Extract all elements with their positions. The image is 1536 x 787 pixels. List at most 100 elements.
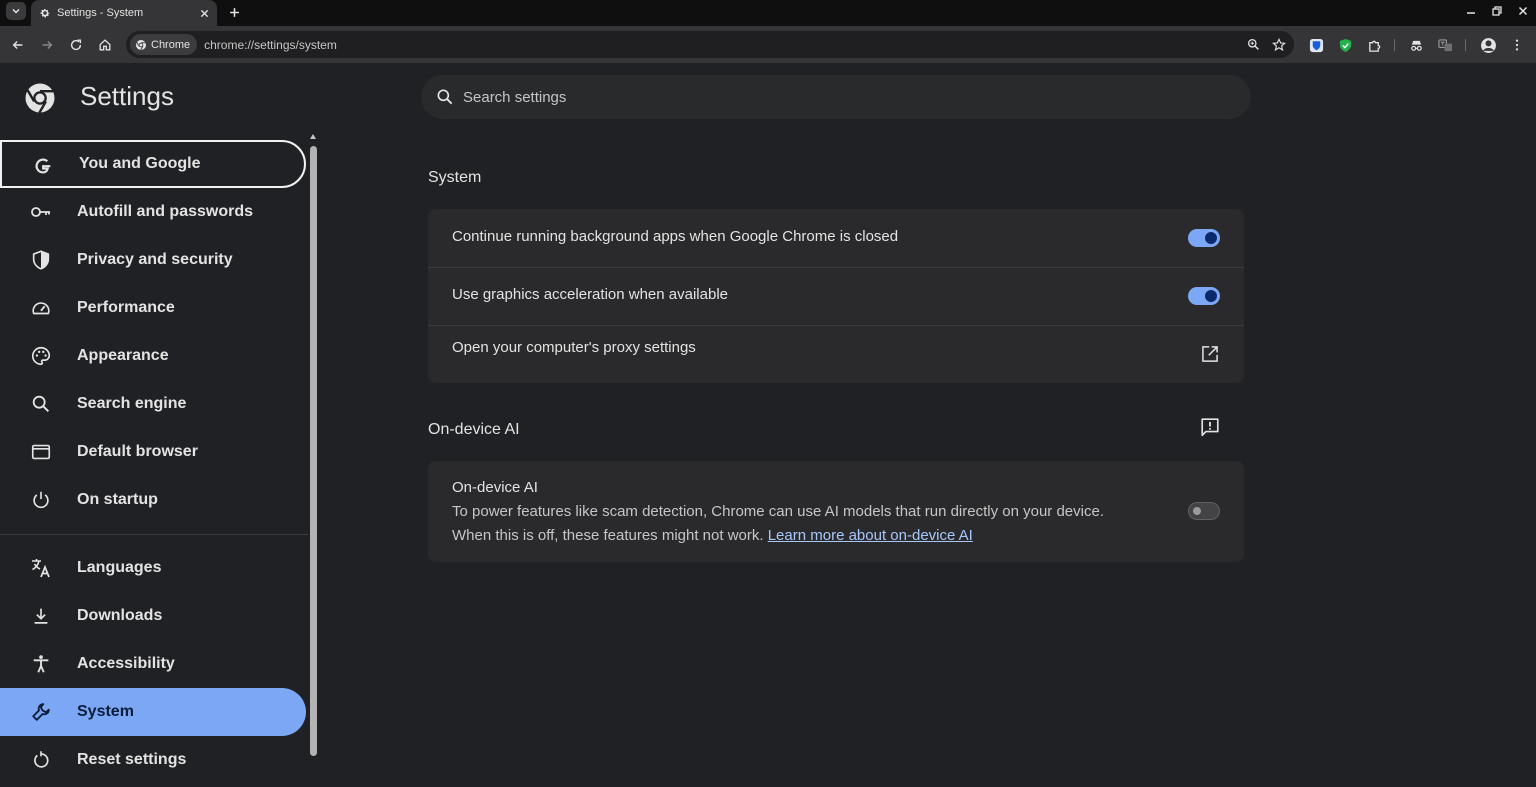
toggle-knob (1205, 290, 1217, 302)
description-text: When this is off, these features might n… (452, 527, 764, 544)
background-apps-toggle[interactable] (1188, 229, 1220, 247)
tab-settings-system[interactable]: Settings - System (31, 0, 217, 26)
puzzle-icon (1368, 40, 1380, 52)
sidebar-item-label: System (77, 703, 134, 720)
sidebar-item-default-browser[interactable]: Default browser (0, 428, 306, 476)
setting-row-graphics-acceleration[interactable]: Use graphics acceleration when available (428, 268, 1244, 325)
minimize-icon (1467, 12, 1475, 14)
gear-icon (40, 9, 50, 18)
shield-icon (29, 248, 53, 272)
graphics-acceleration-toggle[interactable] (1188, 287, 1220, 305)
setting-row-on-device-ai[interactable]: On-device AI To power features like scam… (428, 461, 1244, 562)
scrollbar-thumb[interactable] (310, 146, 317, 756)
sidebar-item-label: Privacy and security (77, 251, 233, 268)
reload-button[interactable] (66, 35, 86, 55)
sidebar-item-label: Search engine (77, 395, 187, 412)
power-icon (29, 488, 53, 512)
tab-title: Settings - System (57, 7, 144, 19)
palette-icon (29, 344, 53, 368)
forward-button[interactable] (37, 35, 57, 55)
on-device-ai-toggle[interactable] (1188, 502, 1220, 520)
toolbar-separator (1465, 39, 1466, 51)
settings-search-box[interactable] (421, 75, 1251, 119)
feedback-button[interactable] (1198, 415, 1222, 439)
sidebar-item-label: Languages (77, 559, 162, 576)
search-input[interactable] (463, 88, 1163, 106)
gauge-icon (29, 296, 53, 320)
extensions-menu-button[interactable] (1364, 35, 1384, 55)
extension-bitwarden-button[interactable] (1306, 35, 1326, 55)
browser-menu-button[interactable] (1507, 35, 1527, 55)
accessibility-icon (29, 652, 53, 676)
section-title-system: System (428, 169, 482, 186)
sidebar-item-autofill[interactable]: Autofill and passwords (0, 188, 306, 236)
settings-sidebar: You and Google Autofill and passwords Pr… (0, 140, 308, 787)
sidebar-item-languages[interactable]: Languages (0, 544, 306, 592)
zoom-icon (1247, 38, 1259, 50)
sidebar-scrollbar[interactable] (309, 134, 318, 787)
scroll-up-arrow-icon[interactable] (310, 134, 316, 139)
zoom-button[interactable] (1242, 34, 1264, 56)
learn-more-link[interactable]: Learn more about on-device AI (768, 527, 973, 544)
plus-icon (229, 7, 239, 17)
open-external-icon[interactable] (1198, 342, 1222, 366)
profile-button[interactable] (1478, 35, 1498, 55)
address-bar[interactable]: Chrome chrome://settings/system (126, 31, 1294, 58)
close-icon (200, 9, 208, 17)
section-title-on-device-ai: On-device AI (428, 421, 520, 438)
sidebar-item-you-and-google[interactable]: You and Google (0, 140, 306, 188)
on-device-ai-card: On-device AI To power features like scam… (428, 461, 1244, 562)
sidebar-item-accessibility[interactable]: Accessibility (0, 640, 306, 688)
avatar-icon (1480, 37, 1496, 53)
sidebar-item-label: Default browser (77, 443, 198, 460)
sidebar-item-privacy[interactable]: Privacy and security (0, 236, 306, 284)
toggle-knob (1193, 507, 1201, 515)
sidebar-item-label: Appearance (77, 347, 169, 364)
restore-button[interactable] (1484, 0, 1510, 22)
setting-row-background-apps[interactable]: Continue running background apps when Go… (428, 209, 1244, 267)
setting-label: Continue running background apps when Go… (452, 228, 899, 245)
minimize-button[interactable] (1458, 0, 1484, 22)
setting-row-proxy-settings[interactable]: Open your computer's proxy settings (428, 326, 1244, 383)
sidebar-item-performance[interactable]: Performance (0, 284, 306, 332)
arrow-left-icon (12, 41, 23, 49)
sidebar-item-downloads[interactable]: Downloads (0, 592, 306, 640)
restore-icon (1492, 6, 1502, 16)
close-icon (1518, 6, 1528, 16)
search-icon (29, 392, 53, 416)
tab-search-button[interactable] (6, 2, 26, 20)
bookmark-button[interactable] (1268, 34, 1290, 56)
close-window-button[interactable] (1510, 0, 1536, 22)
sidebar-item-on-startup[interactable]: On startup (0, 476, 306, 524)
feedback-icon (1201, 418, 1219, 437)
site-info-chip[interactable]: Chrome (130, 34, 198, 55)
shield-check-icon (1339, 38, 1351, 52)
shield-badge-icon (1309, 38, 1323, 52)
google-g-icon (31, 154, 55, 178)
key-icon (29, 200, 53, 224)
new-tab-button[interactable] (224, 2, 244, 22)
sidebar-item-label: Downloads (77, 607, 163, 624)
setting-description: To power features like scam detection, C… (452, 503, 1104, 520)
sidebar-item-reset-settings[interactable]: Reset settings (0, 736, 306, 784)
chrome-logo-icon (25, 83, 55, 114)
sidebar-item-appearance[interactable]: Appearance (0, 332, 306, 380)
sidebar-item-search-engine[interactable]: Search engine (0, 380, 306, 428)
sidebar-item-system[interactable]: System (0, 688, 306, 736)
window-controls (1458, 0, 1536, 22)
browser-window-icon (29, 440, 53, 464)
setting-label: On-device AI (452, 479, 538, 496)
sidebar-item-label: You and Google (79, 155, 201, 172)
sidebar-item-label: Reset settings (77, 751, 187, 768)
star-icon (1272, 37, 1286, 51)
reload-icon (70, 39, 82, 51)
incognito-extension-button[interactable] (1406, 35, 1426, 55)
browser-toolbar: Chrome chrome://settings/system (0, 26, 1536, 63)
url-text[interactable]: chrome://settings/system (204, 38, 1242, 52)
tab-close-button[interactable] (195, 4, 213, 22)
translate-extension-button[interactable] (1435, 35, 1455, 55)
extension-adblock-button[interactable] (1335, 35, 1355, 55)
back-button[interactable] (8, 35, 28, 55)
download-icon (29, 604, 53, 628)
home-button[interactable] (95, 35, 115, 55)
